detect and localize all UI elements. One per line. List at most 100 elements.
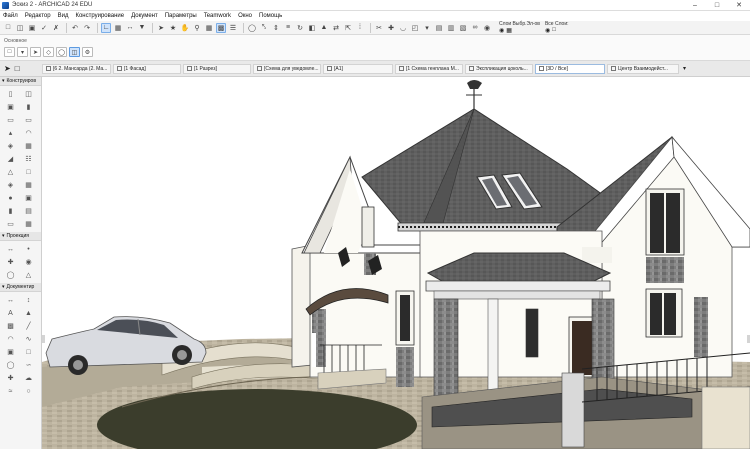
intersect-icon[interactable]: ✚: [386, 23, 396, 33]
arrow-tool-icon[interactable]: ➤: [4, 64, 11, 73]
window-tool-icon[interactable]: ▣: [5, 102, 16, 112]
elevate-icon[interactable]: ▲: [319, 23, 329, 33]
trim-icon[interactable]: ✂: [374, 23, 384, 33]
selection-partial-icon[interactable]: □: [4, 47, 15, 57]
3d-viewport[interactable]: [42, 77, 750, 449]
grid-tool-icon[interactable]: ▦: [23, 219, 34, 229]
opening-tool-icon[interactable]: ▣: [23, 193, 34, 203]
selection-lasso-icon[interactable]: ◯: [56, 47, 67, 57]
shell-tool-icon[interactable]: ◠: [23, 128, 34, 138]
line-tool-icon[interactable]: ╱: [23, 321, 34, 331]
interior-elevation-tool-icon[interactable]: ✚: [5, 257, 16, 267]
beam-tool-icon[interactable]: ▭: [5, 115, 16, 125]
elevation-marker-tool-icon[interactable]: •: [23, 244, 34, 254]
redo-icon[interactable]: ↷: [82, 23, 92, 33]
detail-tool-icon[interactable]: ◯: [5, 270, 16, 280]
menu-document[interactable]: Документ: [131, 13, 158, 19]
section-design[interactable]: ▾ Конструиров: [0, 77, 41, 86]
arc-tool-icon[interactable]: ◠: [5, 334, 16, 344]
wall-tool-icon[interactable]: ▯: [5, 89, 16, 99]
all-layers-combo[interactable]: Все Слои: ◉ □: [545, 21, 569, 34]
menu-teamwork[interactable]: Teamwork: [204, 13, 231, 19]
polyline-tool-icon[interactable]: ∿: [23, 334, 34, 344]
tab-mansard-floor[interactable]: [6 2. Мансарда (2. Ма...: [42, 63, 111, 74]
section-viewpoint[interactable]: ▾ Проекция: [0, 232, 41, 241]
hand-icon[interactable]: ✋: [180, 23, 190, 33]
arrows-icon[interactable]: ⇕: [271, 23, 281, 33]
circle-tool-icon[interactable]: ◯: [5, 360, 16, 370]
distribute-icon[interactable]: ⁞: [355, 23, 365, 33]
text-tool-icon[interactable]: A: [5, 308, 16, 318]
layer-lock-icon[interactable]: ▦: [506, 27, 512, 34]
fill-tool-icon[interactable]: ▩: [5, 321, 16, 331]
syringe-icon[interactable]: ✗: [51, 23, 61, 33]
layer-eye-icon[interactable]: ◉: [499, 27, 504, 34]
eyedropper-icon[interactable]: ✓: [39, 23, 49, 33]
tabs-overflow-icon[interactable]: ▾: [683, 65, 686, 72]
align-icon[interactable]: ≡: [283, 23, 293, 33]
measure-icon[interactable]: ↔: [125, 23, 135, 33]
marker-tool-icon[interactable]: ○: [23, 386, 34, 396]
selection-marquee-icon[interactable]: ◫: [69, 47, 80, 57]
lamp-tool-icon[interactable]: ●: [5, 193, 16, 203]
snap-guides-icon[interactable]: ∟: [101, 22, 111, 33]
menu-help[interactable]: Помощь: [259, 13, 282, 19]
cursor-select-icon[interactable]: ➤: [156, 23, 166, 33]
close-icon[interactable]: ✕: [728, 0, 750, 11]
section-documentation[interactable]: ▾ Документир: [0, 283, 41, 292]
worksheet-tool-icon[interactable]: ◉: [23, 257, 34, 267]
selection-cursor-icon[interactable]: ➤: [30, 47, 41, 57]
slab-tool-icon[interactable]: ▭: [23, 115, 34, 125]
curtain-wall-tool-icon[interactable]: ▦: [23, 141, 34, 151]
railing-tool-icon[interactable]: ☷: [23, 154, 34, 164]
dropdown-icon[interactable]: ▾: [422, 23, 432, 33]
new-file-icon[interactable]: □: [3, 23, 13, 33]
revision-cloud-tool-icon[interactable]: ☁: [23, 373, 34, 383]
tab-3d-all[interactable]: [3D / Все]: [535, 63, 605, 74]
mesh-tool-icon[interactable]: △: [5, 167, 16, 177]
chain-icon[interactable]: ∞: [470, 23, 480, 33]
undo-icon[interactable]: ↶: [70, 23, 80, 33]
column-tool-icon[interactable]: ▮: [23, 102, 34, 112]
menu-view[interactable]: Вид: [58, 13, 69, 19]
profile-tool-icon[interactable]: ▭: [5, 219, 16, 229]
tab-site-plan[interactable]: [1 Схема генплана М...: [395, 63, 463, 74]
minimize-icon[interactable]: –: [684, 0, 706, 11]
column-2-tool-icon[interactable]: ▮: [5, 206, 16, 216]
offset-icon[interactable]: ◰: [410, 23, 420, 33]
morph-tool-icon[interactable]: ◈: [5, 180, 16, 190]
stair-tool-icon[interactable]: ◢: [5, 154, 16, 164]
level-dimension-tool-icon[interactable]: ↕: [23, 295, 34, 305]
eye-icon[interactable]: ◉: [482, 23, 492, 33]
left-edge-handle[interactable]: [42, 335, 45, 343]
dimension-tool-icon[interactable]: ↔: [5, 295, 16, 305]
fillet-icon[interactable]: ◡: [398, 23, 408, 33]
layers-icon[interactable]: ☰: [228, 23, 238, 33]
menu-file[interactable]: Файл: [3, 13, 18, 19]
open-folder-icon[interactable]: ◫: [15, 23, 25, 33]
tab-a1-layout[interactable]: [A1]: [323, 63, 393, 74]
tab-section[interactable]: [1 Разрез]: [183, 63, 251, 74]
layer-combo[interactable]: Слои Выбр.Эл-ов ◉ ▦: [499, 21, 540, 34]
maximize-icon[interactable]: □: [706, 0, 728, 11]
menu-window[interactable]: Окно: [238, 13, 252, 19]
zoom-icon[interactable]: ⚲: [192, 23, 202, 33]
figure-tool-icon[interactable]: □: [23, 347, 34, 357]
label-tool-icon[interactable]: ▲: [23, 308, 34, 318]
all-layers-box-icon[interactable]: □: [552, 27, 556, 34]
panel-tool-icon[interactable]: ▤: [23, 206, 34, 216]
menu-edit[interactable]: Редактор: [25, 13, 51, 19]
spline-tool-icon[interactable]: ∽: [23, 360, 34, 370]
selection-arrow-icon[interactable]: ▾: [17, 47, 28, 57]
tab-collaboration-center[interactable]: Центр Взаимодейст...: [607, 63, 679, 74]
suspend-icon[interactable]: ▥: [446, 23, 456, 33]
hotspot-tool-icon[interactable]: ✚: [5, 373, 16, 383]
grid-snap-icon[interactable]: ▦: [113, 23, 123, 33]
lock-icon[interactable]: ▧: [458, 23, 468, 33]
drawing-tool-icon[interactable]: ▣: [5, 347, 16, 357]
rotate-icon[interactable]: ↻: [295, 23, 305, 33]
selection-settings-icon[interactable]: ⚙: [82, 47, 93, 57]
gravity-icon[interactable]: ▼: [137, 23, 147, 33]
tag-icon[interactable]: ★: [168, 23, 178, 33]
tab-facade[interactable]: [1 Фасад]: [113, 63, 181, 74]
